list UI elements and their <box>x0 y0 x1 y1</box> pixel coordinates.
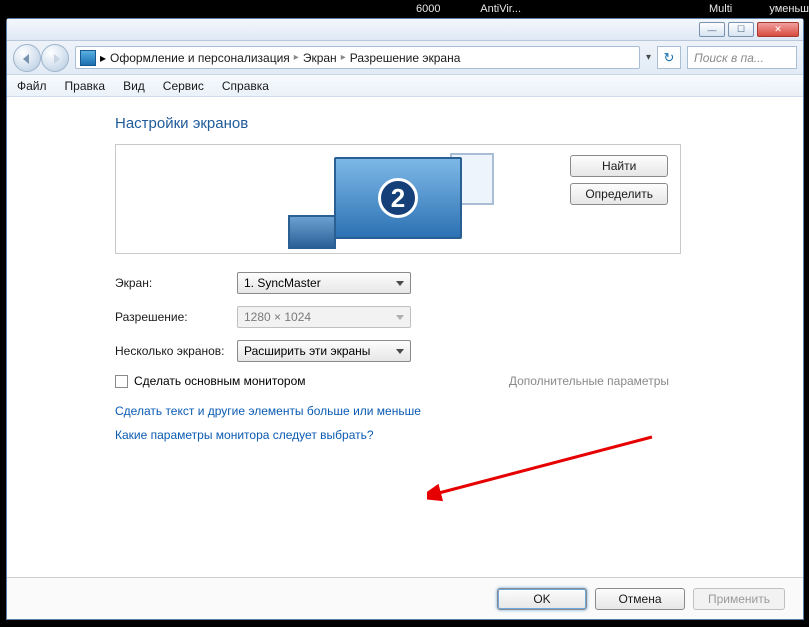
screen-label: Экран: <box>115 276 237 290</box>
desktop-taskbar: 6000 series AntiVir... Multi Ma... умень… <box>0 0 809 18</box>
multi-display-select[interactable]: Расширить эти экраны <box>237 340 411 362</box>
monitor-thumb-primary[interactable]: 2 <box>334 157 462 239</box>
control-panel-icon <box>80 50 96 66</box>
make-primary-checkbox[interactable] <box>115 375 128 388</box>
menu-edit[interactable]: Правка <box>65 79 106 93</box>
taskbar-item[interactable]: AntiVir... <box>480 2 521 18</box>
display-arrangement[interactable]: 2 <box>308 151 488 247</box>
menu-file[interactable]: Файл <box>17 79 47 93</box>
menubar: Файл Правка Вид Сервис Справка <box>7 75 803 97</box>
titlebar: — ☐ ✕ <box>7 19 803 41</box>
taskbar-item[interactable]: Multi Ma... <box>709 2 741 18</box>
nav-forward-button[interactable] <box>41 44 69 72</box>
resolution-select-value: 1280 × 1024 <box>244 310 311 324</box>
search-input[interactable]: Поиск в па... <box>687 46 797 69</box>
content-area: Настройки экранов 2 Найти Определить Экр… <box>7 97 803 442</box>
annotation-arrow <box>427 432 657 502</box>
address-bar[interactable]: ▸ Оформление и персонализация▸ Экран▸ Ра… <box>75 46 640 69</box>
chevron-down-icon <box>396 349 404 354</box>
refresh-icon: ↻ <box>664 50 675 66</box>
detect-button[interactable]: Определить <box>570 183 668 205</box>
taskbar-item[interactable]: 6000 series <box>416 2 452 18</box>
menu-help[interactable]: Справка <box>222 79 269 93</box>
multi-display-label: Несколько экранов: <box>115 344 237 358</box>
chevron-down-icon <box>396 315 404 320</box>
resolution-select[interactable]: 1280 × 1024 <box>237 306 411 328</box>
taskbar-item[interactable]: уменьш <box>769 2 809 18</box>
screen-select[interactable]: 1. SyncMaster <box>237 272 411 294</box>
chevron-down-icon <box>396 281 404 286</box>
control-panel-window: — ☐ ✕ ▸ Оформление и персонализация▸ Экр… <box>6 18 804 620</box>
menu-view[interactable]: Вид <box>123 79 145 93</box>
cancel-button[interactable]: Отмена <box>595 588 685 610</box>
breadcrumb-segment[interactable]: Оформление и персонализация▸ <box>110 51 299 65</box>
navigation-bar: ▸ Оформление и персонализация▸ Экран▸ Ра… <box>7 41 803 75</box>
breadcrumb-segment[interactable]: Разрешение экрана <box>350 51 461 65</box>
chevron-right-icon: ▸ <box>100 51 106 65</box>
make-primary-label: Сделать основным монитором <box>134 374 306 388</box>
screen-select-value: 1. SyncMaster <box>244 276 321 290</box>
chevron-down-icon[interactable]: ▾ <box>646 52 651 63</box>
page-title: Настройки экранов <box>115 115 793 132</box>
multi-display-select-value: Расширить эти экраны <box>244 344 370 358</box>
monitor-thumb-extra[interactable] <box>288 215 336 249</box>
refresh-button[interactable]: ↻ <box>657 46 681 69</box>
display-preview-box: 2 Найти Определить <box>115 144 681 254</box>
close-button[interactable]: ✕ <box>757 22 799 37</box>
maximize-button[interactable]: ☐ <box>728 22 754 37</box>
find-button[interactable]: Найти <box>570 155 668 177</box>
advanced-settings-link[interactable]: Дополнительные параметры <box>509 374 669 388</box>
resolution-label: Разрешение: <box>115 310 237 324</box>
minimize-button[interactable]: — <box>699 22 725 37</box>
monitor-number-badge: 2 <box>378 178 418 218</box>
menu-service[interactable]: Сервис <box>163 79 204 93</box>
text-size-link[interactable]: Сделать текст и другие элементы больше и… <box>115 404 793 418</box>
apply-button[interactable]: Применить <box>693 588 785 610</box>
dialog-footer: OK Отмена Применить <box>7 577 803 619</box>
which-settings-link[interactable]: Какие параметры монитора следует выбрать… <box>115 428 793 442</box>
breadcrumb-segment[interactable]: Экран▸ <box>303 51 346 65</box>
nav-back-button[interactable] <box>13 44 41 72</box>
ok-button[interactable]: OK <box>497 588 587 610</box>
